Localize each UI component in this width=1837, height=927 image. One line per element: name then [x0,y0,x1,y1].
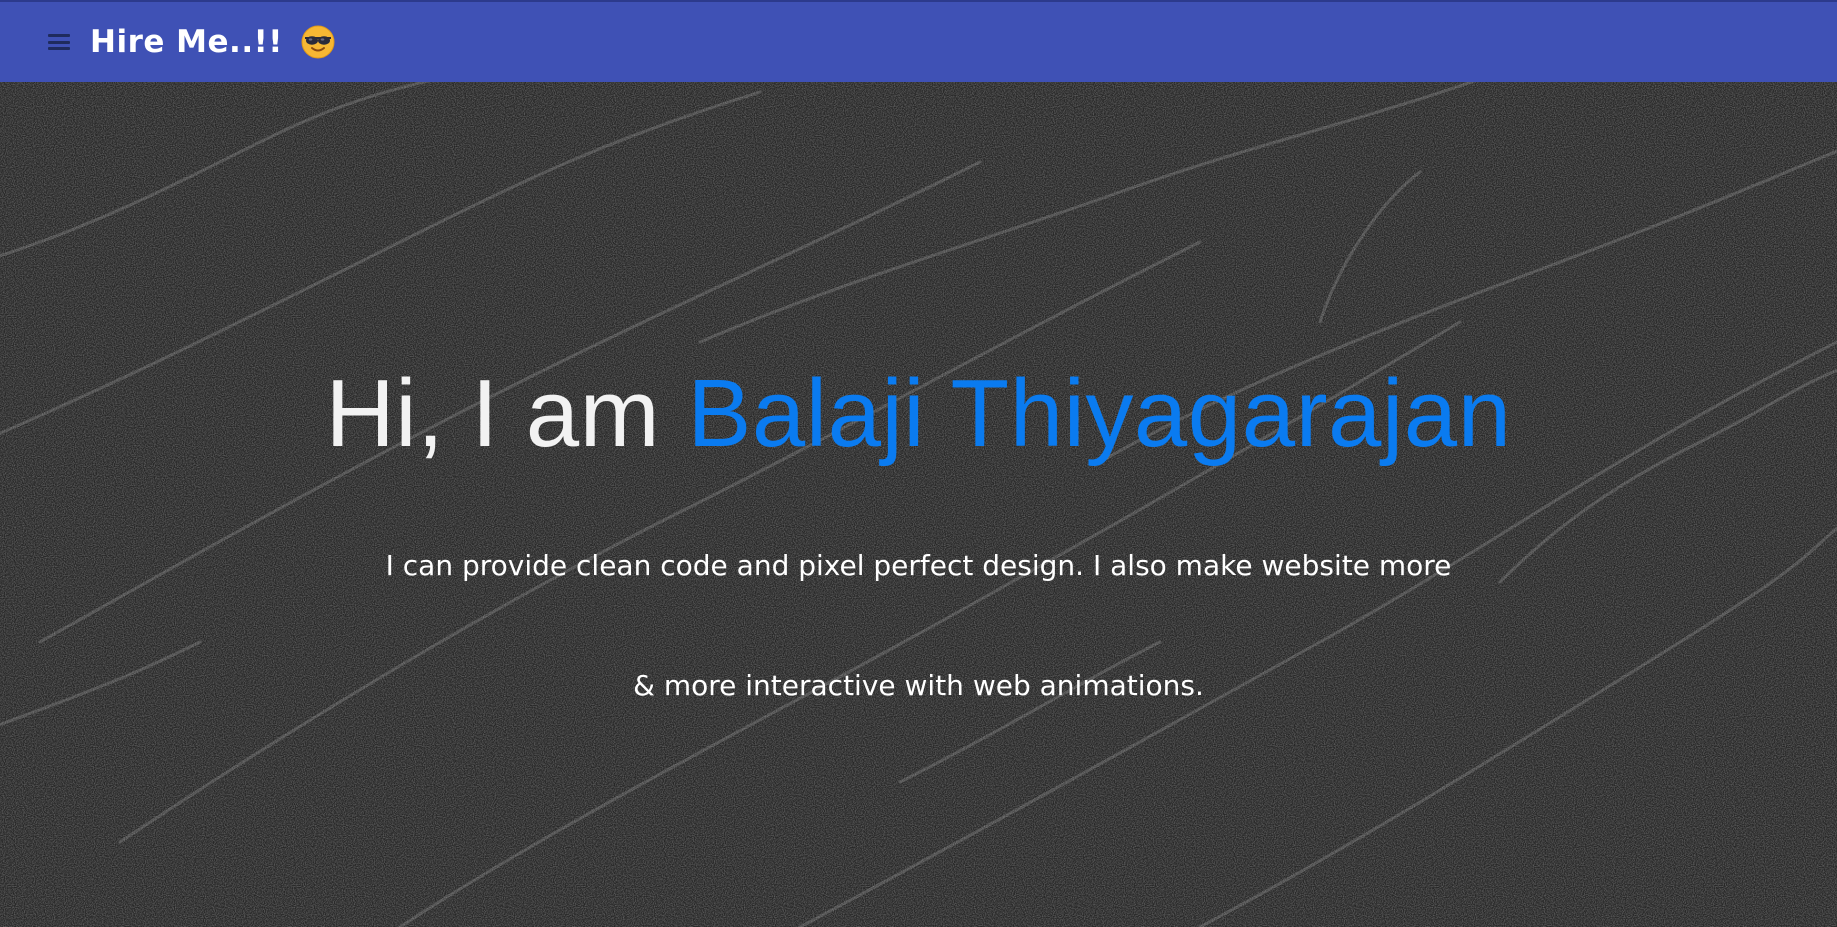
top-navbar: Hire Me..!! [0,0,1837,82]
brand-title[interactable]: Hire Me..!! [90,24,335,60]
hero-section: Hi, I am Balaji Thiyagarajan I can provi… [0,82,1837,927]
hamburger-menu-icon[interactable] [46,31,74,53]
hero-heading: Hi, I am Balaji Thiyagarajan [0,366,1837,462]
brand-text: Hire Me..!! [90,24,283,60]
hero-greeting: Hi, I am [325,360,688,467]
hero-tagline-line2: & more interactive with web animations. [633,669,1204,702]
hero-tagline-line1: I can provide clean code and pixel perfe… [385,549,1452,582]
hero-name: Balaji Thiyagarajan [687,360,1512,467]
sand-texture-background [0,82,1837,927]
sunglasses-emoji-icon [301,25,335,59]
